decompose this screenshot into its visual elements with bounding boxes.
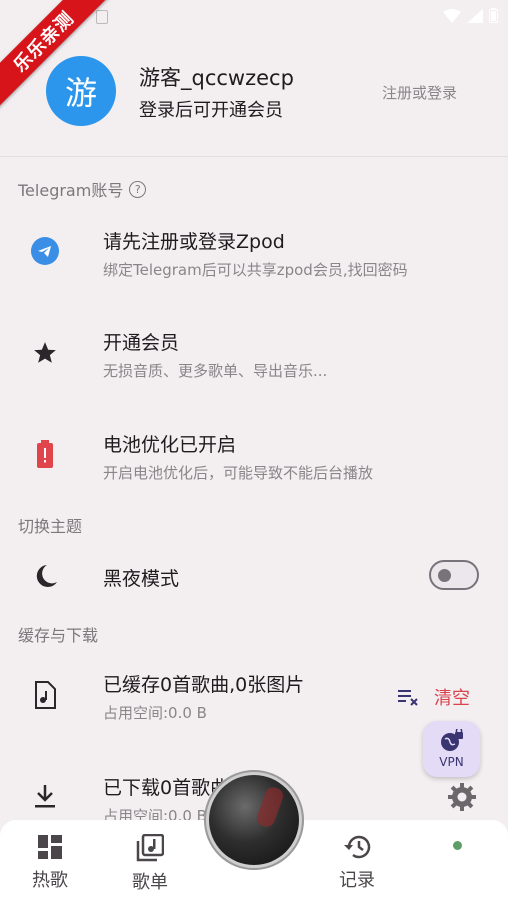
clear-list-icon <box>398 690 418 706</box>
nav-tab-history[interactable]: 记录 <box>322 834 392 892</box>
wifi-icon <box>443 8 461 23</box>
telegram-icon <box>30 236 60 266</box>
gear-icon[interactable] <box>447 782 477 812</box>
notification-icon <box>96 10 108 24</box>
section-title-text: 切换主题 <box>18 517 83 536</box>
row-title: 开通会员 <box>103 332 180 354</box>
row-title: 黑夜模式 <box>103 568 180 590</box>
status-icons <box>443 8 498 23</box>
vip-row[interactable]: 开通会员 无损音质、更多歌单、导出音乐... <box>0 320 508 390</box>
divider <box>0 156 508 157</box>
now-playing-disc[interactable] <box>204 770 304 870</box>
toggle-knob <box>438 569 451 582</box>
row-title: 请先注册或登录Zpod <box>103 231 285 253</box>
row-subtitle: 无损音质、更多歌单、导出音乐... <box>103 362 328 380</box>
avatar[interactable]: 游 <box>46 56 116 126</box>
moon-icon <box>30 561 60 591</box>
help-icon[interactable]: ? <box>129 180 147 198</box>
clear-label: 清空 <box>434 688 470 709</box>
status-dot <box>453 841 462 850</box>
section-title-text: 缓存与下载 <box>18 626 99 645</box>
battery-icon <box>489 8 498 23</box>
row-subtitle: 占用空间:0.0 B <box>103 704 207 722</box>
section-title-telegram: Telegram账号 ? <box>18 177 147 201</box>
history-icon <box>344 835 371 859</box>
music-file-icon <box>30 680 60 710</box>
register-login-row[interactable]: 请先注册或登录Zpod 绑定Telegram后可以共享zpod会员,找回密码 <box>0 218 508 288</box>
nav-tab-hot-songs[interactable]: 热歌 <box>15 834 85 892</box>
signal-icon <box>467 8 483 23</box>
nav-tab-playlists[interactable]: 歌单 <box>115 834 185 894</box>
row-subtitle: 绑定Telegram后可以共享zpod会员,找回密码 <box>103 261 408 279</box>
user-subtitle: 登录后可开通会员 <box>139 100 283 121</box>
row-title: 电池优化已开启 <box>103 434 237 456</box>
dark-mode-toggle[interactable] <box>429 560 479 590</box>
row-subtitle: 开启电池优化后，可能导致不能后台播放 <box>103 464 374 482</box>
username: 游客_qccwzecp <box>139 66 294 90</box>
vpn-label: VPN <box>439 755 464 769</box>
clear-cache-button[interactable]: 清空 <box>398 684 470 710</box>
section-title-cache: 缓存与下载 <box>18 622 98 646</box>
vpn-globe-icon <box>440 729 463 751</box>
login-register-link[interactable]: 注册或登录 <box>382 82 457 103</box>
battery-alert-icon <box>30 439 60 469</box>
row-title: 已缓存0首歌曲,0张图片 <box>103 674 305 696</box>
battery-row[interactable]: 电池优化已开启 开启电池优化后，可能导致不能后台播放 <box>0 421 508 491</box>
star-icon <box>30 338 60 368</box>
nav-label: 热歌 <box>32 870 68 891</box>
nav-label: 歌单 <box>132 872 168 893</box>
vpn-button[interactable]: VPN <box>423 721 480 777</box>
section-title-text: Telegram账号 <box>18 181 124 200</box>
album-cover <box>209 775 299 865</box>
music-library-icon <box>136 834 164 862</box>
nav-label: 记录 <box>339 870 375 891</box>
dashboard-icon <box>38 835 62 859</box>
download-icon <box>30 781 60 811</box>
section-title-theme: 切换主题 <box>18 513 82 537</box>
